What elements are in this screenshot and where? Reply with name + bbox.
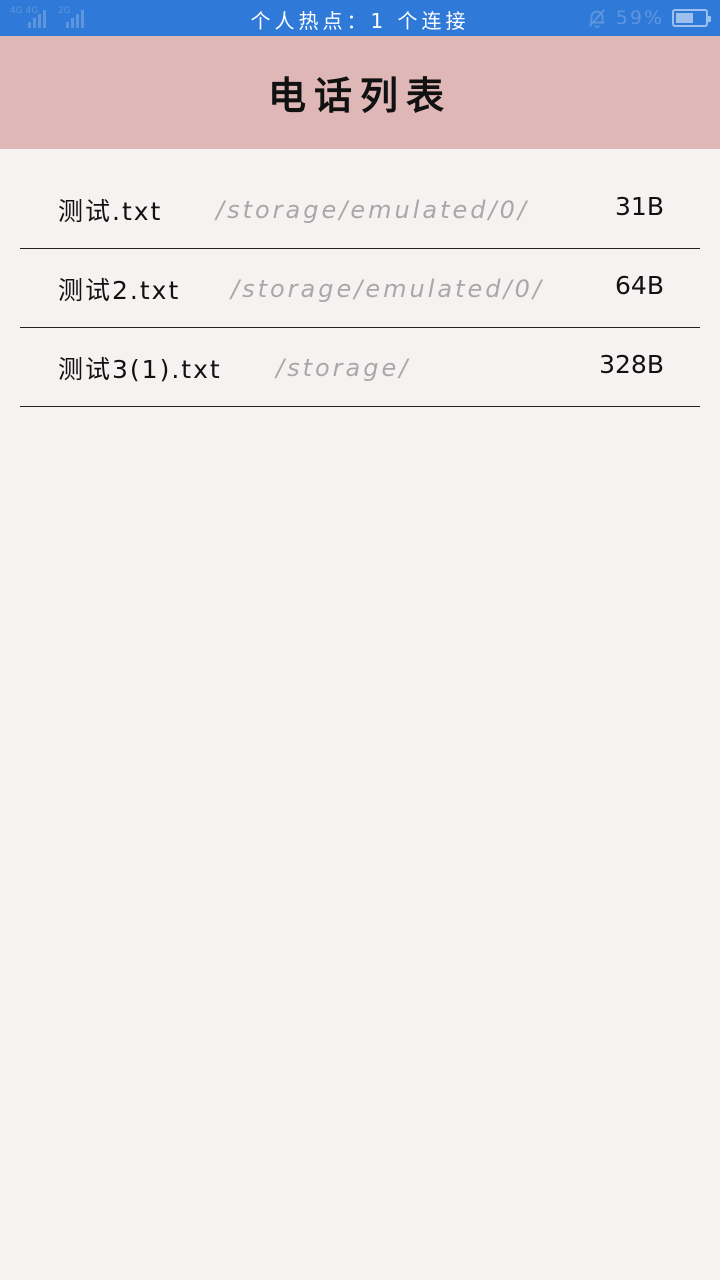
app-header: 电话列表	[0, 36, 720, 149]
file-size: 328B	[599, 350, 664, 379]
file-size: 64B	[615, 271, 664, 300]
status-bar: 4G 4G 2G 个人热点：1 个连接 59%	[0, 0, 720, 36]
battery-percent: 59%	[615, 7, 664, 29]
file-path: /storage/emulated/0/	[216, 196, 529, 224]
file-name: 测试.txt	[58, 197, 163, 226]
status-right-group: 59%	[586, 7, 711, 29]
file-list-item[interactable]: 测试2.txt /storage/emulated/0/ 64B	[20, 249, 700, 328]
file-name: 测试3(1).txt	[58, 355, 222, 384]
file-name: 测试2.txt	[58, 276, 181, 305]
page-title: 电话列表	[267, 74, 452, 118]
file-path: /storage/	[276, 354, 411, 382]
file-list-item[interactable]: 测试.txt /storage/emulated/0/ 31B	[20, 170, 700, 249]
file-list-item[interactable]: 测试3(1).txt /storage/ 328B	[20, 328, 700, 407]
battery-icon	[672, 9, 711, 27]
battery-level-fill	[676, 13, 693, 23]
file-path: /storage/emulated/0/	[231, 275, 544, 303]
file-size: 31B	[615, 192, 664, 221]
bell-off-icon	[588, 9, 605, 29]
file-list: 测试.txt /storage/emulated/0/ 31B 测试2.txt …	[20, 170, 700, 407]
